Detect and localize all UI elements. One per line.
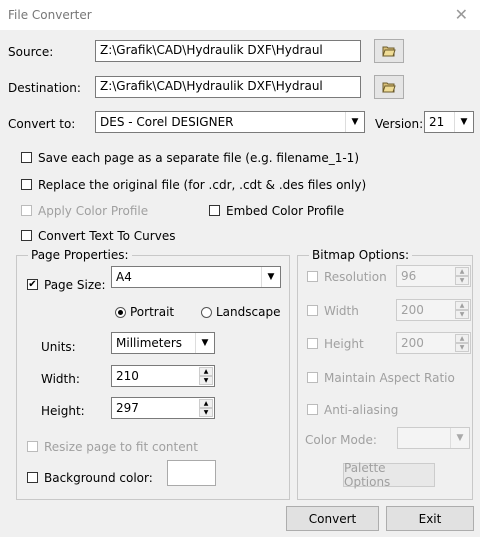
spin-down-icon[interactable]: ▼ bbox=[199, 408, 213, 417]
apply-color-profile-label: Apply Color Profile bbox=[38, 204, 149, 218]
resolution-checkbox bbox=[307, 271, 318, 282]
embed-color-profile-label: Embed Color Profile bbox=[226, 204, 345, 218]
folder-icon bbox=[382, 82, 396, 93]
convert-to-value: DES - Corel DESIGNER bbox=[100, 115, 234, 129]
convert-to-label: Convert to: bbox=[8, 117, 76, 131]
source-input[interactable]: Z:\Grafik\CAD\Hydraulik DXF\Hydraul bbox=[95, 40, 361, 62]
bitmap-height-spinner: 200 ▲ ▼ bbox=[396, 332, 471, 354]
units-value: Millimeters bbox=[116, 336, 183, 350]
version-label: Version: bbox=[375, 117, 424, 131]
close-icon[interactable]: ✕ bbox=[455, 5, 468, 24]
aspect-ratio-checkbox bbox=[307, 372, 318, 383]
spin-down-icon: ▼ bbox=[455, 276, 469, 285]
spin-down-icon: ▼ bbox=[455, 343, 469, 352]
spin-up-icon: ▲ bbox=[455, 301, 469, 310]
bitmap-width-spinner: 200 ▲ ▼ bbox=[396, 299, 471, 321]
save-each-page-checkbox[interactable] bbox=[21, 152, 32, 163]
bitmap-width-checkbox bbox=[307, 305, 318, 316]
landscape-label: Landscape bbox=[216, 305, 281, 319]
anti-aliasing-checkbox bbox=[307, 404, 318, 415]
version-select[interactable]: 21 ▼ bbox=[424, 111, 474, 133]
spin-up-icon: ▲ bbox=[455, 267, 469, 276]
spin-up-icon[interactable]: ▲ bbox=[199, 399, 213, 408]
page-size-checkbox[interactable]: ✔ bbox=[27, 279, 38, 290]
replace-original-checkbox[interactable] bbox=[21, 179, 32, 190]
color-mode-select: ▼ bbox=[397, 427, 470, 449]
chevron-down-icon: ▼ bbox=[345, 112, 364, 132]
chevron-down-icon: ▼ bbox=[450, 428, 469, 448]
resize-page-label: Resize page to fit content bbox=[44, 440, 198, 454]
resolution-label: Resolution bbox=[324, 270, 387, 284]
chevron-down-icon: ▼ bbox=[454, 112, 473, 132]
height-label: Height: bbox=[41, 404, 85, 418]
bitmap-height-value: 200 bbox=[401, 336, 424, 350]
replace-original-label: Replace the original file (for .cdr, .cd… bbox=[38, 178, 367, 192]
title-bar: File Converter ✕ bbox=[0, 0, 480, 30]
convert-button[interactable]: Convert bbox=[286, 506, 379, 531]
folder-icon bbox=[382, 46, 396, 57]
embed-color-profile-checkbox[interactable] bbox=[209, 205, 220, 216]
page-size-value: A4 bbox=[116, 270, 132, 284]
portrait-label: Portrait bbox=[130, 305, 175, 319]
spin-down-icon: ▼ bbox=[455, 310, 469, 319]
bitmap-width-label: Width bbox=[324, 304, 359, 318]
width-spinner[interactable]: 210 ▲ ▼ bbox=[111, 365, 215, 387]
bitmap-height-label: Height bbox=[324, 337, 364, 351]
bitmap-height-checkbox bbox=[307, 338, 318, 349]
exit-button[interactable]: Exit bbox=[386, 506, 474, 531]
destination-browse-button[interactable] bbox=[374, 75, 404, 99]
bitmap-width-value: 200 bbox=[401, 303, 424, 317]
page-properties-title: Page Properties: bbox=[28, 248, 132, 262]
height-value: 297 bbox=[116, 401, 139, 415]
resize-page-checkbox bbox=[27, 441, 38, 452]
aspect-ratio-label: Maintain Aspect Ratio bbox=[324, 371, 455, 385]
anti-aliasing-label: Anti-aliasing bbox=[324, 403, 399, 417]
resolution-spinner: 96 ▲ ▼ bbox=[396, 265, 471, 287]
chevron-down-icon: ▼ bbox=[261, 267, 280, 287]
background-color-checkbox[interactable] bbox=[27, 472, 38, 483]
width-value: 210 bbox=[116, 369, 139, 383]
spin-up-icon: ▲ bbox=[455, 334, 469, 343]
destination-label: Destination: bbox=[8, 81, 81, 95]
palette-options-button: Palette Options bbox=[343, 461, 435, 489]
units-label: Units: bbox=[41, 340, 76, 354]
version-value: 21 bbox=[429, 115, 445, 129]
landscape-radio[interactable] bbox=[201, 307, 212, 318]
convert-to-select[interactable]: DES - Corel DESIGNER ▼ bbox=[95, 111, 365, 133]
page-size-select[interactable]: A4 ▼ bbox=[111, 266, 281, 288]
spin-down-icon[interactable]: ▼ bbox=[199, 376, 213, 385]
background-color-label: Background color: bbox=[44, 471, 153, 485]
source-label: Source: bbox=[8, 45, 54, 59]
spin-up-icon[interactable]: ▲ bbox=[199, 367, 213, 376]
convert-text-label: Convert Text To Curves bbox=[38, 229, 176, 243]
destination-input[interactable]: Z:\Grafik\CAD\Hydraulik DXF\Hydraul bbox=[95, 76, 361, 98]
resolution-value: 96 bbox=[401, 269, 417, 283]
bitmap-options-title: Bitmap Options: bbox=[309, 248, 413, 262]
height-spinner[interactable]: 297 ▲ ▼ bbox=[111, 397, 215, 419]
background-color-swatch[interactable] bbox=[167, 460, 216, 486]
window-title: File Converter bbox=[8, 8, 92, 22]
apply-color-profile-checkbox bbox=[21, 205, 32, 216]
save-each-page-label: Save each page as a separate file (e.g. … bbox=[38, 151, 359, 165]
source-browse-button[interactable] bbox=[374, 39, 404, 63]
chevron-down-icon: ▼ bbox=[195, 333, 214, 353]
color-mode-label: Color Mode: bbox=[305, 433, 377, 447]
units-select[interactable]: Millimeters ▼ bbox=[111, 332, 215, 354]
page-size-label: Page Size: bbox=[44, 278, 106, 292]
width-label: Width: bbox=[41, 372, 80, 386]
portrait-radio[interactable] bbox=[115, 307, 126, 318]
convert-text-checkbox[interactable] bbox=[21, 230, 32, 241]
